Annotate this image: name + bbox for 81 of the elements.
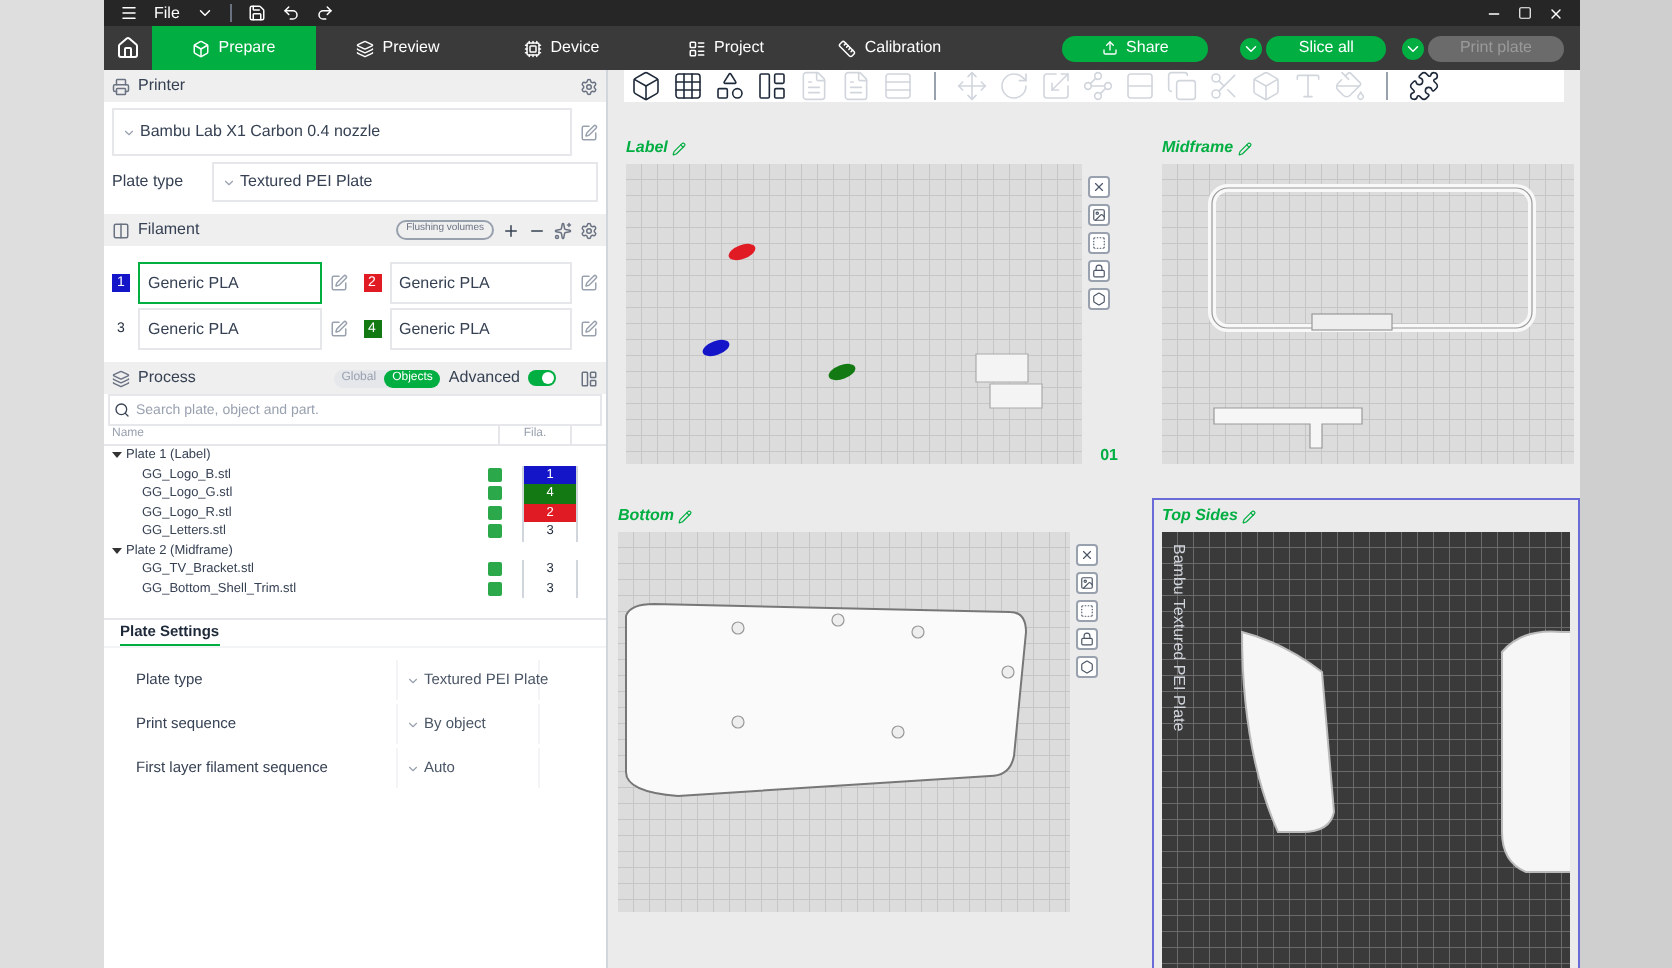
settings-icon[interactable]	[580, 221, 598, 239]
plate-text: Bambu Textured PEI Plate	[1168, 544, 1190, 732]
panel-icon[interactable]	[756, 70, 788, 102]
home-icon[interactable]	[116, 36, 140, 60]
upload-icon	[1102, 40, 1119, 56]
save-icon[interactable]	[247, 4, 266, 22]
frame-icon[interactable]	[1088, 232, 1110, 254]
search-icon	[114, 402, 130, 418]
caret-icon	[406, 673, 420, 687]
hexagon-icon[interactable]	[1076, 656, 1098, 678]
nodes-icon[interactable]	[1082, 70, 1114, 102]
nav-tab[interactable]: Device	[480, 26, 644, 70]
plate-type-dropdown[interactable]: Textured PEI Plate	[212, 162, 598, 202]
shapes-icon[interactable]	[714, 70, 746, 102]
section-title: Filament	[138, 218, 200, 242]
dropdown-icon[interactable]	[1401, 37, 1424, 59]
plate-number: 01	[1100, 444, 1118, 468]
undo-icon[interactable]	[281, 4, 300, 22]
dropdown-icon[interactable]	[1240, 37, 1263, 59]
image-icon[interactable]	[1076, 572, 1098, 594]
lock-icon[interactable]	[1076, 628, 1098, 650]
settings-icon[interactable]	[580, 77, 598, 95]
file-menu[interactable]: File	[154, 5, 180, 21]
puzzle-icon[interactable]	[1408, 70, 1440, 102]
visibility-checkbox[interactable]	[488, 562, 502, 577]
chevron-down-icon[interactable]	[195, 4, 214, 22]
filament-icon	[112, 221, 130, 239]
visibility-checkbox[interactable]	[488, 581, 502, 596]
nav-tab[interactable]: Preview	[316, 26, 480, 70]
add-icon[interactable]	[502, 221, 520, 239]
caret-icon	[122, 125, 136, 139]
edit-icon[interactable]	[580, 123, 598, 141]
edit-icon[interactable]	[329, 274, 347, 292]
field-label: Plate type	[112, 170, 186, 194]
filament-field[interactable]: Generic PLA	[138, 262, 321, 304]
expand-triangle-icon[interactable]	[112, 545, 122, 556]
advanced-label: Advanced	[448, 366, 520, 390]
ruler-icon	[838, 39, 857, 57]
filament-field[interactable]: Generic PLA	[138, 308, 321, 350]
visibility-checkbox[interactable]	[488, 505, 502, 520]
sparkle-icon[interactable]	[554, 221, 572, 239]
edit-icon[interactable]	[329, 320, 347, 338]
maximize-icon[interactable]	[1518, 6, 1532, 20]
image-icon[interactable]	[1088, 204, 1110, 226]
printer-preset-dropdown[interactable]: Bambu Lab X1 Carbon 0.4 nozzle	[112, 108, 572, 156]
edit-icon[interactable]	[678, 509, 692, 523]
visibility-checkbox[interactable]	[488, 467, 502, 482]
edit-icon[interactable]	[580, 274, 598, 292]
caret-icon	[406, 761, 420, 775]
advanced-toggle[interactable]	[528, 370, 556, 386]
layout-icon[interactable]	[580, 369, 598, 387]
cube-icon	[192, 39, 211, 57]
edit-icon[interactable]	[580, 320, 598, 338]
section-title: Process	[138, 366, 196, 390]
expand-triangle-icon[interactable]	[112, 450, 122, 461]
layers-icon	[356, 39, 375, 57]
hexagon-icon[interactable]	[1088, 288, 1110, 310]
section-title: Printer	[138, 74, 186, 98]
frame-icon[interactable]	[1076, 600, 1098, 622]
redo-icon[interactable]	[315, 4, 334, 22]
grid-icon[interactable]	[672, 70, 704, 102]
cube-add-icon[interactable]	[630, 70, 662, 102]
edit-icon[interactable]	[671, 141, 686, 155]
filament-field[interactable]: Generic PLA	[389, 308, 572, 350]
edit-icon[interactable]	[1237, 141, 1252, 155]
edit-icon[interactable]	[1241, 509, 1256, 523]
printer-icon	[112, 77, 130, 95]
lock-icon[interactable]	[1088, 260, 1110, 282]
caret-icon	[406, 717, 420, 731]
close-icon[interactable]	[1076, 544, 1098, 566]
chip-icon	[524, 39, 543, 57]
visibility-checkbox[interactable]	[488, 486, 502, 501]
process-icon	[112, 369, 130, 387]
nav-tab[interactable]: Project	[644, 26, 808, 70]
filament-field[interactable]: Generic PLA	[389, 262, 572, 304]
caret-icon	[222, 175, 236, 189]
list-icon	[688, 39, 707, 57]
close-icon[interactable]	[1088, 176, 1110, 198]
visibility-checkbox[interactable]	[488, 524, 502, 539]
nav-tab[interactable]: Calibration	[808, 26, 972, 70]
menu-icon[interactable]	[120, 4, 138, 22]
